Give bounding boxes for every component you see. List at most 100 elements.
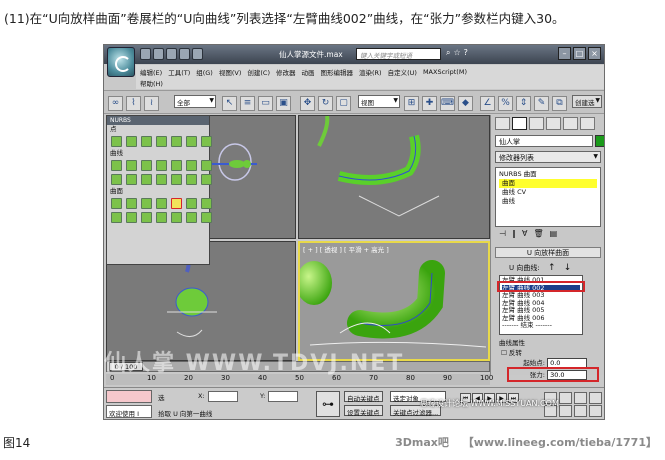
- reverse-checkbox[interactable]: ☐: [501, 349, 509, 357]
- mirror-icon[interactable]: ⧉: [552, 96, 567, 111]
- viewport-perspective[interactable]: [ + ] [ 透视 ] [ 平滑 + 高光 ]: [298, 241, 490, 361]
- set-key-button[interactable]: 设置关键点: [344, 405, 383, 417]
- keyboard-shortcut-icon[interactable]: ⌨: [440, 96, 455, 111]
- fit-curve-icon[interactable]: [141, 160, 152, 171]
- minimize-icon[interactable]: –: [558, 47, 571, 60]
- selection-filter-dropdown[interactable]: 全部: [174, 95, 216, 108]
- open-file-icon[interactable]: [153, 48, 164, 60]
- menu-help[interactable]: 帮助(H): [140, 80, 163, 88]
- arrow-up-icon[interactable]: ↑: [548, 263, 556, 273]
- mirror-curve-icon[interactable]: [201, 160, 212, 171]
- u-loft-icon[interactable]: [171, 198, 182, 209]
- set-key-icon[interactable]: ⊶: [316, 391, 340, 417]
- two-rail-icon[interactable]: [156, 212, 167, 223]
- menu-item[interactable]: 组(G): [196, 67, 213, 77]
- normal-project-icon[interactable]: [156, 174, 167, 185]
- viewport-front[interactable]: [298, 115, 490, 239]
- menu-item[interactable]: 自定义(U): [388, 67, 417, 77]
- offset-point-icon[interactable]: [126, 136, 137, 147]
- object-name-field[interactable]: 仙人掌: [495, 135, 593, 147]
- motion-tab-icon[interactable]: [546, 117, 561, 130]
- snap-icon[interactable]: ◆: [458, 96, 473, 111]
- show-end-result-icon[interactable]: ‖: [512, 229, 516, 238]
- new-file-icon[interactable]: [140, 48, 151, 60]
- bind-spacewarp-icon[interactable]: ≀: [144, 96, 159, 111]
- menu-item[interactable]: 渲染(R): [359, 67, 382, 77]
- menu-item[interactable]: 视图(V): [219, 67, 242, 77]
- cv-curve-icon[interactable]: [111, 160, 122, 171]
- transform-curve-icon[interactable]: [156, 160, 167, 171]
- auto-key-button[interactable]: 自动关键点: [344, 391, 383, 403]
- blend-surface-icon[interactable]: [156, 198, 167, 209]
- window-crossing-icon[interactable]: ▣: [276, 96, 291, 111]
- point-curve-icon[interactable]: [126, 160, 137, 171]
- time-slider-thumb[interactable]: 0 / 100: [109, 362, 143, 371]
- time-slider[interactable]: 0 / 100: [106, 361, 490, 372]
- select-by-name-icon[interactable]: ≡: [240, 96, 255, 111]
- configure-sets-icon[interactable]: ▤: [550, 229, 558, 238]
- menu-item[interactable]: 工具(T): [168, 67, 190, 77]
- object-color-swatch[interactable]: [595, 135, 604, 147]
- iso-curve-icon[interactable]: [141, 174, 152, 185]
- create-tab-icon[interactable]: [495, 117, 510, 130]
- menu-item[interactable]: MAXScript(M): [423, 68, 467, 76]
- fuse-point-icon[interactable]: [201, 136, 212, 147]
- zoom-extents-icon[interactable]: [574, 392, 587, 404]
- stack-item[interactable]: 曲线: [499, 197, 597, 206]
- maxscript-listener[interactable]: [106, 390, 152, 403]
- multisided-blend-icon[interactable]: [171, 212, 182, 223]
- display-tab-icon[interactable]: [563, 117, 578, 130]
- one-rail-icon[interactable]: [141, 212, 152, 223]
- rotate-icon[interactable]: ↻: [318, 96, 333, 111]
- menu-item[interactable]: 修改器: [276, 67, 296, 77]
- named-selection-icon[interactable]: ✎: [534, 96, 549, 111]
- surface-point-icon[interactable]: [171, 136, 182, 147]
- lathe-icon[interactable]: [201, 198, 212, 209]
- percent-snap-icon[interactable]: %: [498, 96, 513, 111]
- stack-item[interactable]: 曲面: [499, 179, 597, 188]
- undo-icon[interactable]: [179, 48, 190, 60]
- zoom-all-icon[interactable]: [559, 392, 572, 404]
- fillet-surface-icon[interactable]: [201, 212, 212, 223]
- remove-modifier-icon[interactable]: 🗑: [533, 229, 543, 238]
- close-icon[interactable]: ×: [588, 47, 601, 60]
- spinner-snap-icon[interactable]: ⇕: [516, 96, 531, 111]
- maximize-viewport-icon[interactable]: [589, 405, 602, 417]
- cap-surface-icon[interactable]: [126, 212, 137, 223]
- menu-item[interactable]: 图形编辑器: [321, 67, 354, 77]
- timeline-ruler[interactable]: 0 10 20 30 40 50 60 70 80 90 100: [106, 374, 493, 385]
- fillet-curve-icon[interactable]: [126, 174, 137, 185]
- point-tool-icon[interactable]: [111, 136, 122, 147]
- vector-project-icon[interactable]: [171, 174, 182, 185]
- save-icon[interactable]: [166, 48, 177, 60]
- unlink-icon[interactable]: ⌇: [126, 96, 141, 111]
- menu-item[interactable]: 创建(C): [247, 67, 270, 77]
- move-icon[interactable]: ✥: [300, 96, 315, 111]
- orbit-icon[interactable]: [574, 405, 587, 417]
- star-icon[interactable]: ☆: [453, 48, 460, 58]
- maximize-icon[interactable]: □: [573, 47, 586, 60]
- help-icon[interactable]: ?: [464, 48, 468, 58]
- x-coordinate-field[interactable]: [208, 391, 238, 402]
- make-unique-icon[interactable]: ∀: [522, 229, 527, 238]
- utilities-tab-icon[interactable]: [580, 117, 595, 130]
- modifier-list-dropdown[interactable]: 修改器列表: [495, 151, 601, 163]
- pivot-icon[interactable]: ⊞: [404, 96, 419, 111]
- blend-curve-icon[interactable]: [171, 160, 182, 171]
- arrow-down-icon[interactable]: ↓: [564, 263, 572, 273]
- chamfer-curve-icon[interactable]: [111, 174, 122, 185]
- offset-curve-icon[interactable]: [186, 160, 197, 171]
- rect-selection-icon[interactable]: ▭: [258, 96, 273, 111]
- hierarchy-tab-icon[interactable]: [529, 117, 544, 130]
- angle-snap-icon[interactable]: ∠: [480, 96, 495, 111]
- surface-edge-icon[interactable]: [201, 174, 212, 185]
- y-coordinate-field[interactable]: [268, 391, 298, 402]
- uv-loft-icon[interactable]: [186, 198, 197, 209]
- search-input[interactable]: 键入关键字或短语: [356, 48, 441, 60]
- modify-tab-icon[interactable]: [512, 117, 527, 130]
- viewport-perspective-label[interactable]: [ + ] [ 透视 ] [ 平滑 + 高光 ]: [303, 244, 389, 254]
- ref-coord-dropdown[interactable]: 视图: [358, 95, 400, 108]
- select-manipulate-icon[interactable]: ✚: [422, 96, 437, 111]
- pin-stack-icon[interactable]: ⊣: [499, 229, 506, 238]
- binoculars-icon[interactable]: ⌕: [446, 48, 450, 58]
